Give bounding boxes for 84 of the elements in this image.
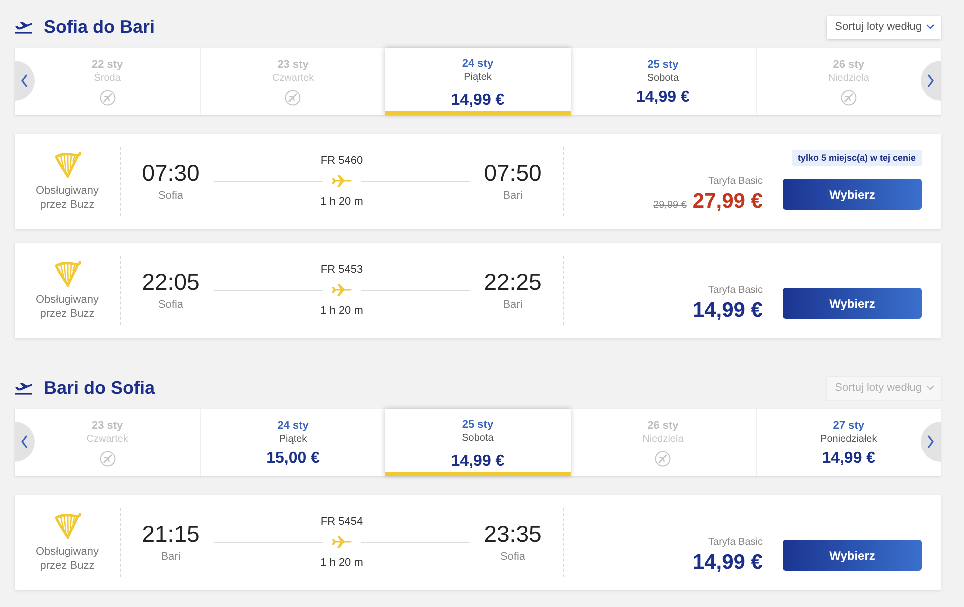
chevron-left-icon xyxy=(21,435,29,449)
date-tab[interactable]: 25 sty Sobota 14,99 € xyxy=(570,48,756,115)
departure-time: 22:05 xyxy=(142,269,200,295)
weekday-label: Poniedziałek xyxy=(820,433,878,446)
crossed-plane-icon xyxy=(100,451,116,467)
weekday-label: Piątek xyxy=(464,71,492,84)
crossed-plane-icon xyxy=(655,451,672,467)
arrival-time: 22:25 xyxy=(484,269,542,295)
weekday-label: Czwartek xyxy=(272,72,314,85)
select-button[interactable]: Wybierz xyxy=(783,288,922,319)
flight-price: 27,99 € xyxy=(692,190,763,214)
plane-icon xyxy=(332,175,352,187)
flight-price: 14,99 € xyxy=(692,298,763,322)
date-label: 26 sty xyxy=(648,419,679,433)
weekday-label: Środa xyxy=(94,72,121,85)
date-label: 22 sty xyxy=(92,58,124,72)
flight-duration: 1 h 20 m xyxy=(320,304,364,318)
weekday-label: Sobota xyxy=(462,432,494,445)
seats-left-badge: tylko 5 miejsc(a) w tej cenie xyxy=(792,150,922,166)
date-tab[interactable]: 25 sty Sobota 14,99 € xyxy=(385,409,571,476)
crossed-plane-icon xyxy=(285,90,302,106)
arrival-time: 07:50 xyxy=(484,160,542,186)
weekday-label: Sobota xyxy=(647,72,680,85)
date-tab[interactable]: 24 sty Piątek 14,99 € xyxy=(385,48,571,115)
flight-number: FR 5454 xyxy=(320,515,364,529)
operator-text: Obsługiwany przez Buzz xyxy=(35,544,100,572)
chevron-right-icon xyxy=(927,74,935,88)
flight-duration: 1 h 20 m xyxy=(320,195,364,209)
harp-icon xyxy=(54,512,82,538)
weekday-label: Niedziela xyxy=(828,72,870,85)
flight-duration: 1 h 20 m xyxy=(320,556,364,570)
date-label: 23 sty xyxy=(92,419,124,433)
select-button[interactable]: Wybierz xyxy=(783,179,922,210)
weekday-label: Piątek xyxy=(279,433,308,446)
flight-number: FR 5453 xyxy=(320,263,364,277)
operator-text: Obsługiwany przez Buzz xyxy=(35,292,100,320)
plane-icon xyxy=(332,536,352,548)
date-label: 25 sty xyxy=(462,418,494,432)
chevron-down-icon xyxy=(926,24,935,30)
harp-icon xyxy=(54,152,82,178)
date-price: 15,00 € xyxy=(266,449,320,468)
plane-takeoff-icon xyxy=(15,381,33,395)
date-price: 14,99 € xyxy=(451,452,505,471)
date-label: 24 sty xyxy=(462,57,494,71)
harp-icon xyxy=(54,260,82,286)
date-label: 27 sty xyxy=(833,419,864,433)
date-label: 23 sty xyxy=(278,58,309,72)
arrival-city: Sofia xyxy=(500,550,526,564)
chevron-down-icon xyxy=(926,385,935,391)
sort-dropdown[interactable]: Sortuj loty według xyxy=(827,16,941,38)
date-tab[interactable]: 24 sty Piątek 15,00 € xyxy=(200,409,386,476)
date-price: 14,99 € xyxy=(451,91,505,110)
date-tab[interactable]: 27 sty Poniedziałek 14,99 € xyxy=(756,409,941,476)
route-title: Sofia do Bari xyxy=(44,16,156,39)
fare-label: Taryfa Basic xyxy=(708,536,763,548)
departure-time: 07:30 xyxy=(142,160,200,186)
operator-text: Obsługiwany przez Buzz xyxy=(35,184,100,212)
departure-city: Sofia xyxy=(158,189,184,203)
departure-city: Bari xyxy=(161,550,181,564)
departure-time: 21:15 xyxy=(142,521,200,547)
fare-label: Taryfa Basic xyxy=(708,176,763,188)
plane-icon xyxy=(332,284,352,296)
date-label: 24 sty xyxy=(278,419,309,433)
arrival-time: 23:35 xyxy=(484,521,542,547)
date-price: 14,99 € xyxy=(636,88,690,107)
date-label: 25 sty xyxy=(648,58,679,72)
date-label: 26 sty xyxy=(833,58,864,72)
weekday-label: Niedziela xyxy=(642,433,684,446)
arrival-city: Bari xyxy=(503,298,523,312)
arrival-city: Bari xyxy=(503,189,523,203)
weekday-label: Czwartek xyxy=(86,433,128,446)
departure-city: Sofia xyxy=(158,298,184,312)
route-title: Bari do Sofia xyxy=(44,377,156,400)
flight-number: FR 5460 xyxy=(320,154,364,168)
crossed-plane-icon xyxy=(840,90,857,106)
old-price: 29,99 € xyxy=(654,200,687,210)
plane-takeoff-icon xyxy=(15,20,33,34)
flight-price: 14,99 € xyxy=(692,550,763,574)
fare-label: Taryfa Basic xyxy=(708,284,763,296)
select-button[interactable]: Wybierz xyxy=(783,540,922,571)
chevron-right-icon xyxy=(927,435,935,449)
chevron-left-icon xyxy=(21,74,29,88)
date-price: 14,99 € xyxy=(822,449,876,468)
crossed-plane-icon xyxy=(100,90,116,106)
